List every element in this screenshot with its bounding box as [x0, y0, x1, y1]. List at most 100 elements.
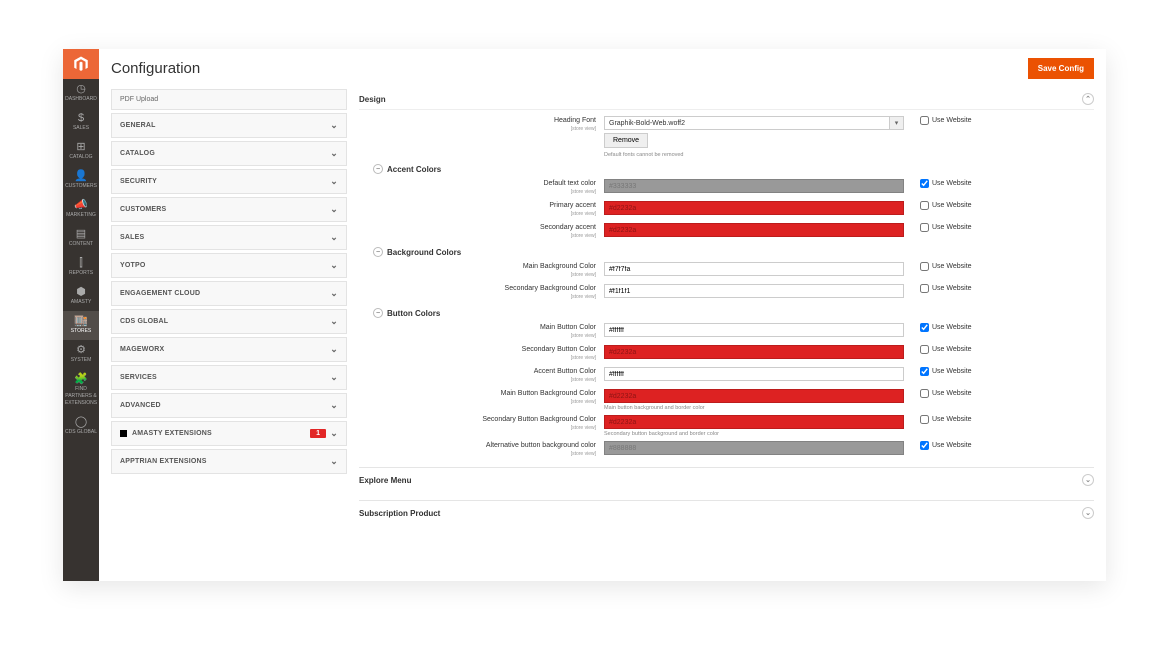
nav-icon: 🏬: [74, 316, 88, 327]
nav-stores[interactable]: 🏬STORES: [63, 311, 99, 340]
expand-icon[interactable]: ⌄: [1082, 507, 1094, 519]
save-config-button[interactable]: Save Config: [1028, 58, 1094, 79]
badge: 1: [310, 429, 326, 438]
nav-icon: ⚙: [76, 345, 86, 356]
nav-marketing[interactable]: 📣MARKETING: [63, 195, 99, 224]
sidebar-item-label: APPTRIAN EXTENSIONS: [120, 458, 207, 465]
btn-4-note: Secondary button background and border c…: [604, 431, 904, 437]
section-design[interactable]: Design ⌃: [359, 89, 1094, 110]
btn-2-use-website[interactable]: Use Website: [920, 367, 972, 376]
accent-2-label: Secondary accent: [540, 224, 596, 231]
row-bg-1: Secondary Background Color[store view]Us…: [359, 284, 1094, 302]
bg-0-use-website[interactable]: Use Website: [920, 262, 972, 271]
row-accent-0: Default text color[store view]#333333Use…: [359, 179, 1094, 197]
sidebar-item-customers[interactable]: CUSTOMERS⌄: [111, 197, 347, 222]
accent-0-label: Default text color: [543, 180, 596, 187]
btn-2-input[interactable]: [604, 367, 904, 381]
sidebar-item-general[interactable]: GENERAL ⌄: [111, 113, 347, 138]
btn-1-swatch[interactable]: #d2232a: [604, 345, 904, 359]
chevron-down-icon: ▾: [889, 117, 903, 129]
chevron-down-icon: ⌄: [330, 260, 338, 271]
config-form: Design ⌃ Heading Font[store view] Graphi…: [359, 89, 1094, 581]
heading-font-select[interactable]: Graphik-Bold-Web.woff2 ▾: [604, 116, 904, 130]
expand-icon[interactable]: ⌄: [1082, 474, 1094, 486]
config-sidebar: PDF Upload GENERAL ⌄ CATALOG ⌄ SECURITY⌄ CUST…: [111, 89, 347, 581]
chevron-down-icon: ⌄: [330, 120, 338, 131]
btn-5-use-website[interactable]: Use Website: [920, 441, 972, 450]
btn-4-swatch[interactable]: #d2232a: [604, 415, 904, 429]
accent-2-swatch[interactable]: #d2232a: [604, 223, 904, 237]
btn-3-use-website[interactable]: Use Website: [920, 389, 972, 398]
sidebar-item-security[interactable]: SECURITY⌄: [111, 169, 347, 194]
chevron-down-icon: ⌄: [330, 456, 338, 467]
group-button-colors[interactable]: − Button Colors: [373, 308, 1094, 318]
accent-0-use-website[interactable]: Use Website: [920, 179, 972, 188]
nav-find-partners-extensions[interactable]: 🧩FIND PARTNERS & EXTENSIONS: [63, 369, 99, 412]
collapse-icon[interactable]: −: [373, 164, 383, 174]
accent-1-use-website[interactable]: Use Website: [920, 201, 972, 210]
bg-1-input[interactable]: [604, 284, 904, 298]
sidebar-item-label: SERVICES: [120, 374, 157, 381]
btn-0-input[interactable]: [604, 323, 904, 337]
row-btn-5: Alternative button background color[stor…: [359, 441, 1094, 459]
accent-2-use-website[interactable]: Use Website: [920, 223, 972, 232]
sidebar-item-sales[interactable]: SALES⌄: [111, 225, 347, 250]
bg-0-label: Main Background Color: [523, 263, 596, 270]
sidebar-item-label: SALES: [120, 234, 144, 241]
sidebar-tile-pdf-upload[interactable]: PDF Upload: [111, 89, 347, 110]
nav-label: CONTENT: [69, 241, 93, 248]
chevron-down-icon: ⌄: [330, 344, 338, 355]
nav-dashboard[interactable]: ◷DASHBOARD: [63, 79, 99, 108]
section-explore-menu[interactable]: Explore Menu⌄: [359, 467, 1094, 492]
group-accent-colors[interactable]: − Accent Colors: [373, 164, 1094, 174]
btn-4-use-website[interactable]: Use Website: [920, 415, 972, 424]
nav-catalog[interactable]: ⊞CATALOG: [63, 137, 99, 166]
sidebar-item-engagement-cloud[interactable]: ENGAGEMENT CLOUD⌄: [111, 281, 347, 306]
row-btn-4: Secondary Button Background Color[store …: [359, 415, 1094, 437]
btn-3-swatch[interactable]: #d2232a: [604, 389, 904, 403]
use-website-heading-font[interactable]: Use Website: [920, 116, 972, 125]
accent-1-swatch[interactable]: #d2232a: [604, 201, 904, 215]
btn-1-use-website[interactable]: Use Website: [920, 345, 972, 354]
sidebar-item-services[interactable]: SERVICES⌄: [111, 365, 347, 390]
extension-icon: [120, 430, 127, 437]
nav-reports[interactable]: ⫿REPORTS: [63, 253, 99, 282]
btn-0-use-website[interactable]: Use Website: [920, 323, 972, 332]
nav-amasty[interactable]: ⬢AMASTY: [63, 282, 99, 311]
nav-sales[interactable]: $SALES: [63, 108, 99, 137]
btn-4-label: Secondary Button Background Color: [482, 416, 596, 423]
row-btn-0: Main Button Color[store view]Use Website: [359, 323, 1094, 341]
collapse-icon[interactable]: −: [373, 247, 383, 257]
section-subscription-product[interactable]: Subscription Product⌄: [359, 500, 1094, 525]
sidebar-item-yotpo[interactable]: YOTPO⌄: [111, 253, 347, 278]
sidebar-item-apptrian-extensions[interactable]: APPTRIAN EXTENSIONS ⌄: [111, 449, 347, 474]
btn-5-swatch[interactable]: #888888: [604, 441, 904, 455]
sidebar-item-label: GENERAL: [120, 122, 156, 129]
sidebar-item-mageworx[interactable]: MAGEWORX⌄: [111, 337, 347, 362]
accent-0-swatch[interactable]: #333333: [604, 179, 904, 193]
admin-sidenav: ◷DASHBOARD$SALES⊞CATALOG👤CUSTOMERS📣MARKE…: [63, 49, 99, 581]
nav-icon: ◯: [75, 417, 87, 428]
nav-content[interactable]: ▤CONTENT: [63, 224, 99, 253]
row-btn-1: Secondary Button Color[store view]#d2232…: [359, 345, 1094, 363]
sidebar-item-cds-global[interactable]: CDS GLOBAL⌄: [111, 309, 347, 334]
nav-icon: 👤: [74, 171, 88, 182]
group-background-colors[interactable]: − Background Colors: [373, 247, 1094, 257]
nav-label: REPORTS: [69, 270, 93, 277]
nav-customers[interactable]: 👤CUSTOMERS: [63, 166, 99, 195]
sidebar-item-label: CDS GLOBAL: [120, 318, 168, 325]
nav-system[interactable]: ⚙SYSTEM: [63, 340, 99, 369]
sidebar-item-advanced[interactable]: ADVANCED⌄: [111, 393, 347, 418]
nav-label: MARKETING: [66, 212, 96, 219]
sidebar-item-label: CATALOG: [120, 150, 155, 157]
sidebar-item-amasty-extensions[interactable]: AMASTY EXTENSIONS1⌄: [111, 421, 347, 446]
bg-1-use-website[interactable]: Use Website: [920, 284, 972, 293]
nav-icon: ◷: [76, 84, 86, 95]
bg-0-input[interactable]: [604, 262, 904, 276]
remove-font-button[interactable]: Remove: [604, 133, 648, 148]
nav-cds-global[interactable]: ◯CDS GLOBAL: [63, 412, 99, 441]
sidebar-item-catalog[interactable]: CATALOG ⌄: [111, 141, 347, 166]
collapse-icon[interactable]: −: [373, 308, 383, 318]
chevron-down-icon: ⌄: [330, 148, 338, 159]
collapse-icon[interactable]: ⌃: [1082, 93, 1094, 105]
